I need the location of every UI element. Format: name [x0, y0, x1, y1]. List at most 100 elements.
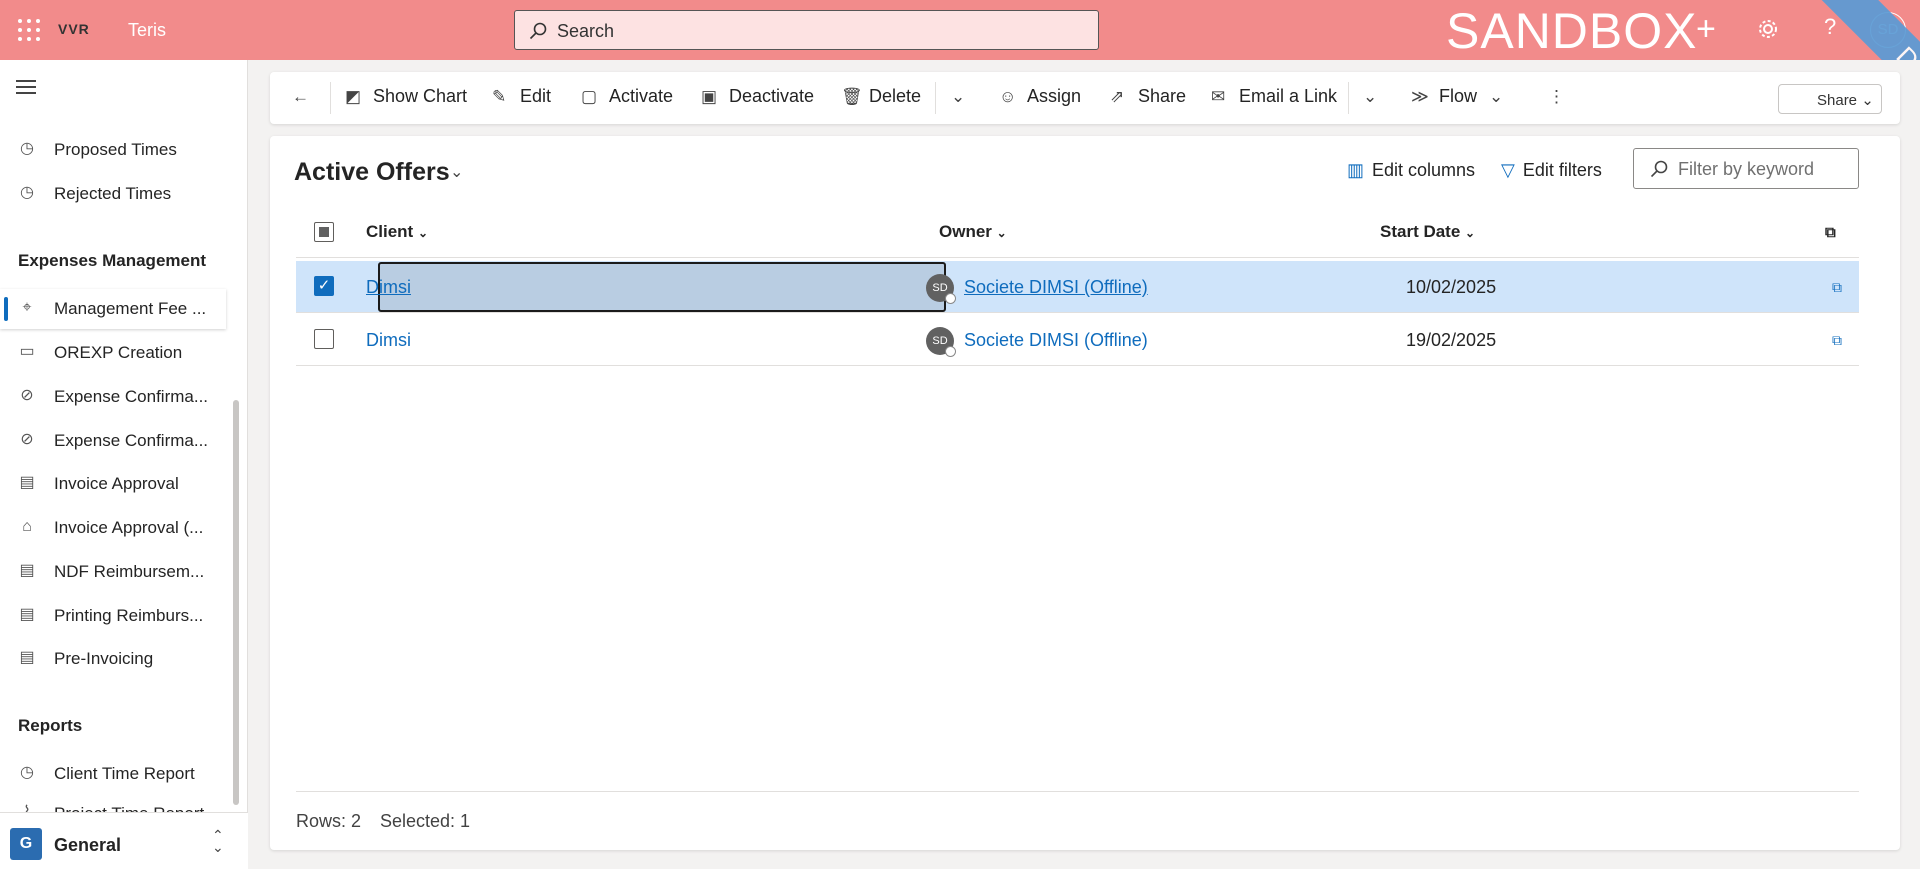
divider — [1348, 82, 1349, 114]
menu-toggle-icon[interactable] — [16, 80, 36, 98]
more-vertical-icon: ⋮ — [1548, 87, 1565, 106]
row-checkbox[interactable] — [314, 329, 334, 349]
start-date-cell: 19/02/2025 — [1406, 330, 1497, 350]
owner-link[interactable]: Societe DIMSI (Offline) — [964, 330, 1148, 351]
email-link-button[interactable]: ✉ Email a Link — [1211, 86, 1337, 110]
divider — [330, 82, 331, 114]
area-switcher[interactable]: G General ⌃ ⌄ — [0, 812, 248, 869]
owner-link[interactable]: Societe DIMSI (Offline) — [964, 277, 1148, 298]
share-split-button[interactable]: Share ⌄ — [1778, 84, 1882, 114]
table-row[interactable]: Dimsi SD Societe DIMSI (Offline) 19/02/2… — [296, 314, 1859, 366]
sidebar-item-management-fee[interactable]: ⌖ Management Fee ... — [0, 289, 226, 329]
chevron-down-icon: ⌄ — [996, 226, 1007, 240]
back-button[interactable]: ← — [292, 86, 320, 110]
edit-columns-label: Edit columns — [1372, 160, 1476, 180]
assign-button[interactable]: ☺ Assign — [999, 86, 1081, 110]
edit-button[interactable]: ✎ Edit — [492, 86, 551, 110]
view-title[interactable]: Active Offers — [294, 158, 450, 187]
column-header-client[interactable]: Client ⌄ — [366, 222, 428, 242]
select-all-checkbox[interactable] — [314, 222, 334, 242]
overflow-menu-button[interactable]: ⋮ — [1548, 86, 1576, 110]
help-icon[interactable]: ? — [1824, 14, 1836, 40]
edit-columns-button[interactable]: ▥ Edit columns — [1347, 160, 1475, 181]
sidebar-item-proposed-times[interactable]: ◷ Proposed Times — [0, 130, 226, 170]
delete-button[interactable]: 🗑 Delete — [841, 86, 921, 110]
flow-button[interactable]: ≫ Flow ⌄ — [1411, 86, 1517, 110]
document-icon: ▤ — [19, 606, 35, 623]
share-button[interactable]: ⇗ Share — [1110, 86, 1186, 110]
chart-icon: ◩ — [345, 87, 362, 106]
command-bar: ← ◩ Show Chart ✎ Edit ▢ Activate ▣ Deactivat… — [270, 72, 1900, 124]
deactivate-button[interactable]: ▣ Deactivate — [701, 86, 814, 110]
add-icon[interactable]: + — [1696, 10, 1716, 49]
sidebar-item-client-time-report[interactable]: ◷ Client Time Report — [0, 754, 226, 794]
chart-icon: ⌇ — [18, 804, 36, 812]
chevron-down-icon: ⌄ — [951, 87, 966, 106]
search-icon — [1650, 160, 1668, 178]
sidebar-item-expense-confirmation-1[interactable]: ⊘ Expense Confirma... — [0, 377, 226, 417]
document-icon: ▤ — [19, 562, 35, 579]
footer-divider — [296, 791, 1859, 792]
sidebar-item-expense-confirmation-2[interactable]: ⊘ Expense Confirma... — [0, 421, 226, 461]
sidebar-item-printing-reimbursement[interactable]: ▤ Printing Reimburs... — [0, 596, 226, 636]
chevron-down-icon: ⌄ — [1861, 92, 1874, 109]
area-avatar: G — [10, 828, 42, 860]
sidebar-item-project-time-report[interactable]: ⌇ Project Time Report — [0, 794, 226, 812]
gear-icon[interactable] — [1757, 18, 1779, 40]
sidebar-item-rejected-times[interactable]: ◷ Rejected Times — [0, 174, 226, 214]
flow-icon: ≫ — [1411, 87, 1429, 106]
open-in-new-window-icon[interactable]: ⧉ — [1825, 222, 1836, 242]
table-row[interactable]: ✓ Dimsi SD Societe DIMSI (Offline) 10/02… — [296, 261, 1859, 313]
sidebar-item-invoice-approval[interactable]: ▤ Invoice Approval — [0, 464, 226, 504]
wallet-icon: ▭ — [19, 343, 35, 360]
activate-label: Activate — [609, 86, 674, 106]
selected-count: Selected: 1 — [380, 811, 471, 831]
column-header-start-date[interactable]: Start Date ⌄ — [1380, 222, 1475, 242]
row-checkbox[interactable]: ✓ — [314, 276, 334, 296]
bank-icon: ⌂ — [22, 518, 32, 535]
email-link-label: Email a Link — [1239, 86, 1338, 106]
sidebar-item-ndf-reimbursement[interactable]: ▤ NDF Reimbursem... — [0, 552, 226, 592]
section-reports: Reports — [18, 716, 83, 735]
chevron-down-icon: ⌄ — [1489, 87, 1504, 106]
sidebar-item-pre-invoicing[interactable]: ▤ Pre-Invoicing — [0, 639, 226, 679]
app-name[interactable]: Teris — [128, 20, 166, 41]
search-icon — [529, 22, 547, 40]
view-card: Active Offers ⌄ ▥ Edit columns ▽ Edit filt… — [270, 136, 1900, 850]
more-share-chevron[interactable]: ⌄ — [1363, 86, 1391, 110]
mail-link-icon: ✉ — [1211, 87, 1226, 106]
sidebar-item-label: Invoice Approval (... — [54, 518, 204, 537]
document-icon: ▤ — [19, 474, 35, 491]
client-link[interactable]: Dimsi — [366, 330, 411, 351]
app-launcher-icon[interactable] — [18, 19, 40, 41]
more-commands-chevron[interactable]: ⌄ — [951, 86, 979, 110]
chevron-down-icon[interactable]: ⌄ — [450, 162, 463, 182]
keyword-filter-input[interactable]: Filter by keyword — [1633, 148, 1859, 189]
sidebar-item-orexp-creation[interactable]: ▭ OREXP Creation — [0, 333, 226, 373]
chevron-down-icon: ⌄ — [417, 226, 429, 240]
share-split-label: Share — [1817, 92, 1858, 109]
top-bar: VVR Teris Search SANDBOX + ? SD DEV — [0, 0, 1920, 60]
delete-label: Delete — [869, 86, 922, 106]
column-header-owner[interactable]: Owner ⌄ — [939, 222, 1007, 242]
search-input[interactable]: Search — [514, 10, 1099, 50]
show-chart-button[interactable]: ◩ Show Chart — [345, 86, 467, 110]
chevron-down-icon: ⌄ — [1363, 87, 1378, 106]
document-icon: ▤ — [19, 649, 35, 666]
activate-button[interactable]: ▢ Activate — [581, 86, 673, 110]
open-record-icon[interactable]: ⧉ — [1832, 279, 1842, 296]
sidebar-item-label: Expense Confirma... — [54, 431, 209, 450]
dev-ribbon: DEV — [1799, 0, 1920, 60]
org-logo: VVR — [58, 21, 90, 37]
client-link[interactable]: Dimsi — [366, 277, 411, 298]
pill-icon: ⊘ — [20, 431, 34, 448]
column-header-label: Owner — [939, 222, 992, 241]
sidebar-scrollbar[interactable] — [233, 400, 239, 805]
open-record-icon[interactable]: ⧉ — [1832, 332, 1842, 349]
sidebar-item-label: Expense Confirma... — [54, 387, 209, 406]
focused-cell[interactable] — [378, 262, 946, 312]
chevron-down-icon: ⌄ — [1465, 226, 1476, 240]
edit-filters-button[interactable]: ▽ Edit filters — [1501, 160, 1602, 181]
sidebar-item-label: Management Fee ... — [54, 299, 207, 318]
sidebar-item-invoice-approval-2[interactable]: ⌂ Invoice Approval (... — [0, 508, 226, 548]
